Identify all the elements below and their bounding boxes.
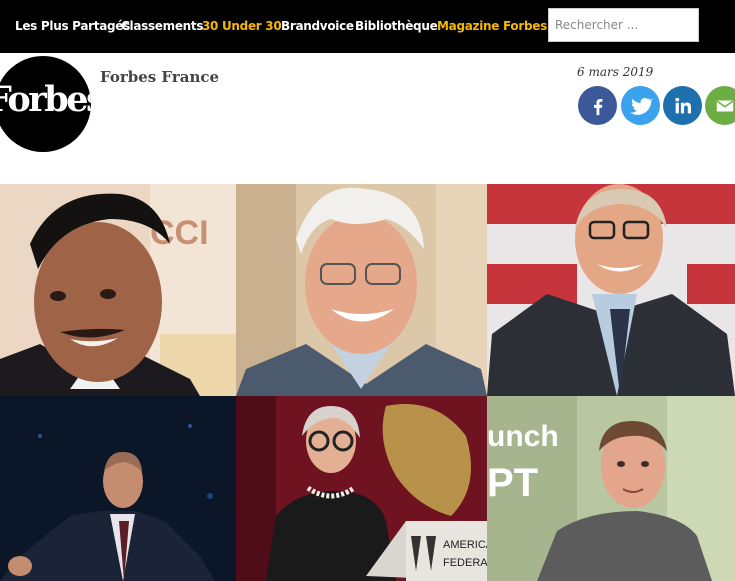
photo-portrait-1: CCI	[0, 184, 236, 396]
photo-portrait-5: AMERICA FEDERAT	[236, 396, 487, 581]
linkedin-share-button[interactable]	[663, 86, 702, 125]
email-share-button[interactable]	[705, 86, 735, 125]
twitter-icon	[629, 97, 653, 115]
facebook-share-button[interactable]	[578, 86, 617, 125]
author-name[interactable]: Forbes France	[100, 68, 219, 86]
lectern-text-line1: AMERICA	[443, 539, 487, 551]
backdrop-text-line1: unch	[487, 420, 559, 453]
nav-les-plus-partages[interactable]: Les Plus Partagés	[15, 19, 130, 33]
lectern-text-line2: FEDERAT	[443, 557, 487, 569]
top-navigation-bar: Les Plus Partagés Classements 30 Under 3…	[0, 0, 735, 53]
linkedin-icon	[674, 97, 691, 113]
email-icon	[716, 100, 733, 111]
twitter-share-button[interactable]	[621, 86, 660, 125]
nav-30-under-30[interactable]: 30 Under 30	[202, 19, 282, 33]
photo-portrait-2	[236, 184, 487, 396]
nav-bibliotheque[interactable]: Bibliothèque	[355, 19, 438, 33]
nav-brandvoice[interactable]: Brandvoice	[281, 19, 354, 33]
publish-date: 6 mars 2019	[577, 65, 654, 79]
search-input[interactable]	[548, 8, 699, 42]
forbes-logo-text: Forbes	[0, 79, 91, 120]
backdrop-text-line2: PT	[487, 461, 538, 505]
billionaires-photo-collage: CCI AMERIC FEDERA unch PT	[0, 184, 735, 581]
nav-magazine-forbes[interactable]: Magazine Forbes	[437, 19, 547, 33]
forbes-logo-avatar[interactable]: Forbes	[0, 56, 91, 152]
nav-classements[interactable]: Classements	[121, 19, 204, 33]
facebook-icon	[593, 98, 602, 115]
photo-portrait-3	[487, 184, 735, 396]
photo-portrait-6: unch PT	[487, 396, 735, 581]
photo-portrait-4	[0, 396, 236, 581]
